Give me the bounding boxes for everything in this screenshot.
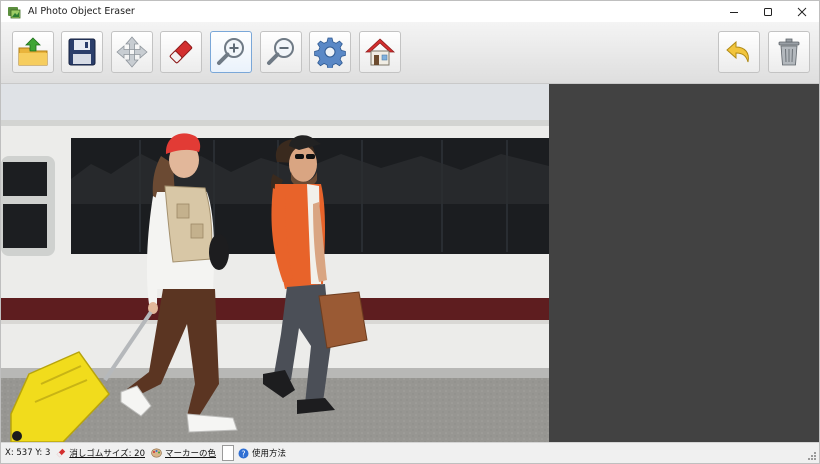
open-button[interactable] xyxy=(12,31,54,73)
resize-grip-icon[interactable] xyxy=(807,451,817,461)
photo-image xyxy=(1,84,549,442)
toolbar xyxy=(1,22,819,84)
marker-color-swatch[interactable] xyxy=(222,445,235,461)
help-link[interactable]: ? 使用方法 xyxy=(238,447,286,459)
move-arrows-icon xyxy=(116,36,148,68)
close-icon xyxy=(797,7,807,16)
app-window: AI Photo Object Eraser X: 537 Y: 3 消しゴムサ… xyxy=(0,0,820,464)
trash-icon xyxy=(778,38,800,66)
eraser-icon xyxy=(169,40,193,64)
home-button[interactable] xyxy=(359,31,401,73)
app-logo-icon xyxy=(6,4,22,20)
minimize-button[interactable] xyxy=(717,1,751,22)
marker-color-setting[interactable]: マーカーの色 xyxy=(151,447,216,459)
eraser-button[interactable] xyxy=(160,31,202,73)
eraser-size-label: 消しゴムサイズ: 20 xyxy=(69,449,145,459)
zoom-out-button[interactable] xyxy=(260,31,302,73)
close-button[interactable] xyxy=(785,1,819,22)
cursor-coordinates: X: 537 Y: 3 xyxy=(5,448,51,458)
move-button[interactable] xyxy=(111,31,153,73)
undo-arrow-icon xyxy=(726,40,749,63)
photo-canvas[interactable] xyxy=(1,84,549,442)
title-bar: AI Photo Object Eraser xyxy=(1,1,819,22)
eraser-small-icon xyxy=(57,448,66,458)
delete-button[interactable] xyxy=(768,31,810,73)
zoom-out-icon xyxy=(267,38,294,65)
help-icon: ? xyxy=(238,448,249,458)
help-label: 使用方法 xyxy=(252,449,287,459)
open-folder-icon xyxy=(18,37,48,66)
canvas-area[interactable] xyxy=(1,84,819,442)
zoom-in-button[interactable] xyxy=(210,31,252,73)
maximize-icon xyxy=(764,7,772,16)
marker-color-label: マーカーの色 xyxy=(165,449,217,459)
floppy-disk-icon xyxy=(68,38,96,66)
svg-text:?: ? xyxy=(241,449,245,458)
home-icon xyxy=(364,38,396,66)
palette-icon xyxy=(151,448,162,458)
undo-button[interactable] xyxy=(718,31,760,73)
window-title: AI Photo Object Eraser xyxy=(28,6,135,17)
save-button[interactable] xyxy=(61,31,103,73)
minimize-icon xyxy=(730,11,738,13)
eraser-size-setting[interactable]: 消しゴムサイズ: 20 xyxy=(56,447,145,459)
maximize-button[interactable] xyxy=(751,1,785,22)
status-bar: X: 537 Y: 3 消しゴムサイズ: 20 マーカーの色 ? 使用方法 xyxy=(1,442,819,463)
gear-icon xyxy=(314,37,346,68)
settings-button[interactable] xyxy=(309,31,351,73)
zoom-in-icon xyxy=(217,38,244,65)
